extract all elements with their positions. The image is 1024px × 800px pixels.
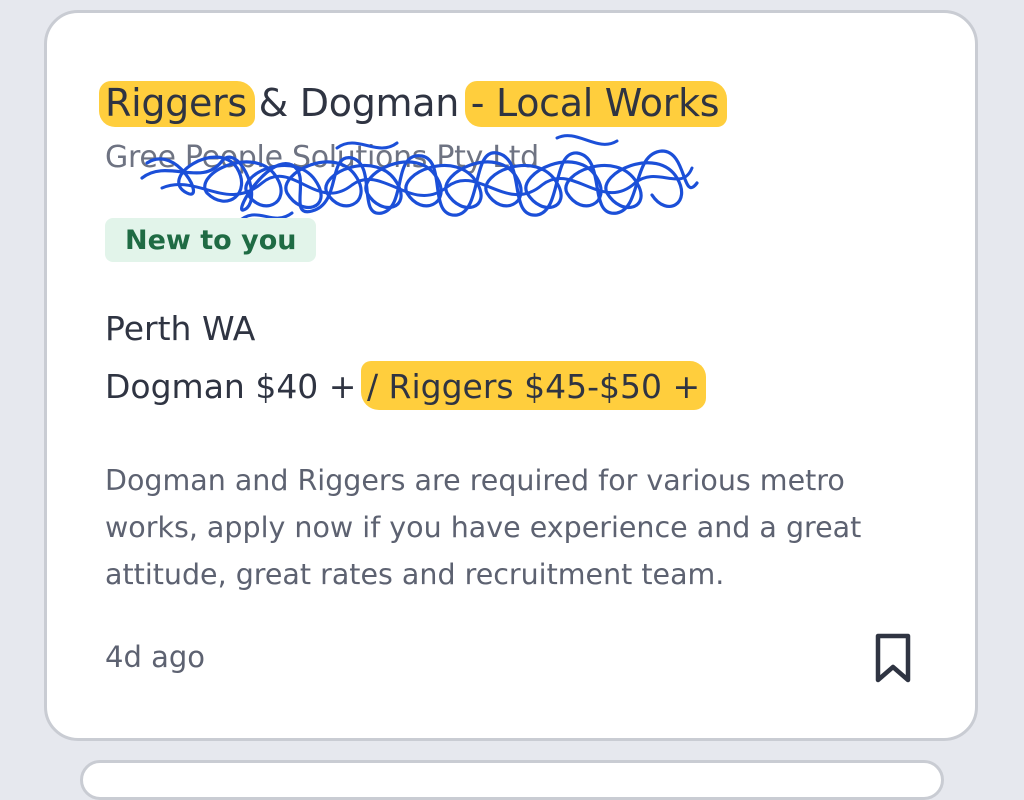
- job-description: Dogman and Riggers are required for vari…: [105, 464, 862, 591]
- job-title-middle: & Dogman: [246, 81, 471, 125]
- next-job-card-edge[interactable]: [80, 760, 944, 800]
- job-title-highlight-local-works: - Local Works: [470, 81, 720, 125]
- pay-riggers-highlight: / Riggers $45-$50 +: [366, 367, 701, 406]
- job-location: Perth WA: [105, 309, 256, 348]
- job-pay: Dogman $40 + / Riggers $45-$50 +: [105, 367, 700, 406]
- save-job-button[interactable]: [871, 630, 915, 686]
- job-title[interactable]: Riggers & Dogman - Local Works: [105, 81, 720, 125]
- badge-label: New to you: [125, 224, 297, 256]
- posted-time: 4d ago: [105, 640, 205, 674]
- job-card[interactable]: Riggers & Dogman - Local Works Gree Peop…: [44, 10, 978, 741]
- company-name: Gree People Solutions Pty Ltd: [105, 140, 539, 175]
- pay-dogman: Dogman $40 +: [105, 367, 367, 406]
- job-title-highlight-riggers: Riggers: [105, 81, 247, 125]
- new-to-you-badge: New to you: [105, 218, 317, 262]
- bookmark-icon: [875, 633, 911, 683]
